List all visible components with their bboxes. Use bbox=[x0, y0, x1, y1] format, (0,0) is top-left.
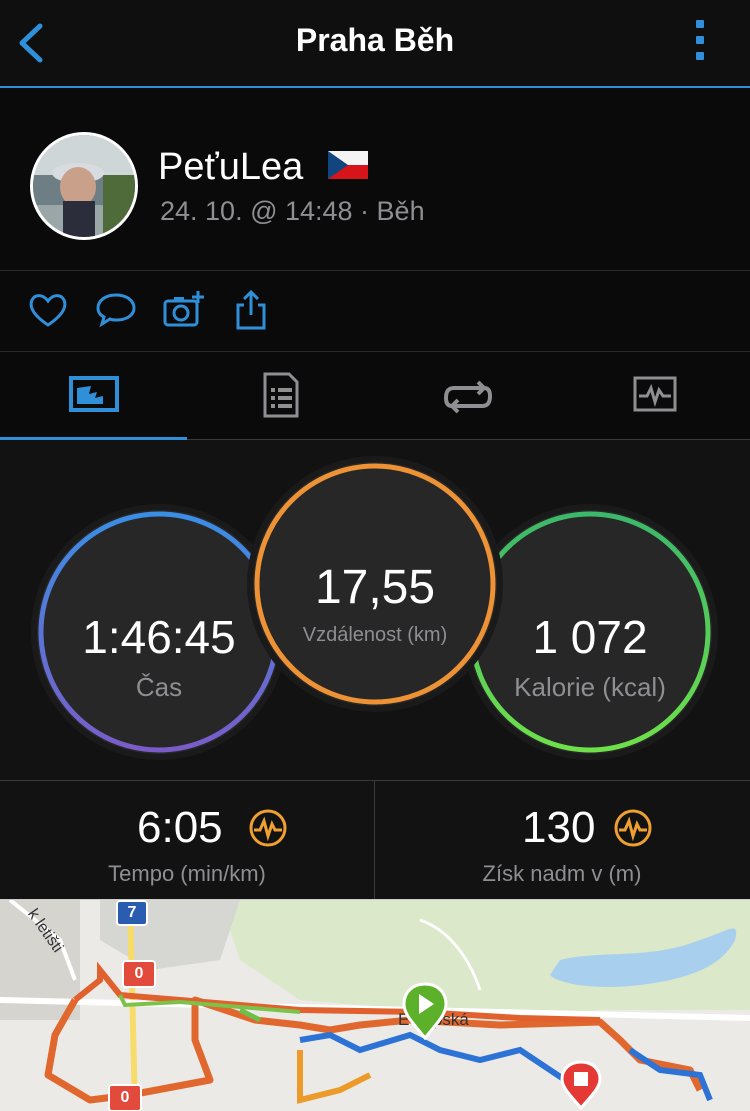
secondary-metrics: 6:05 Tempo (min/km) 130 Získ nadm v (m) bbox=[0, 780, 750, 899]
pace-chart-icon[interactable] bbox=[248, 808, 288, 848]
tab-laps[interactable] bbox=[374, 352, 561, 439]
avatar-photo bbox=[33, 135, 135, 237]
document-list-icon bbox=[263, 372, 298, 418]
like-heart-icon[interactable] bbox=[27, 289, 69, 331]
comment-icon[interactable] bbox=[95, 289, 137, 331]
tab-details[interactable] bbox=[187, 352, 374, 439]
activity-header: PeťuLea 24. 10. @ 14:48 · Běh bbox=[0, 88, 750, 271]
km-marker-badge: 0 bbox=[122, 960, 156, 988]
route-number-badge: 7 bbox=[116, 900, 148, 926]
start-marker-icon[interactable] bbox=[402, 982, 448, 1040]
avatar[interactable] bbox=[30, 132, 138, 240]
more-menu-icon[interactable] bbox=[690, 20, 710, 66]
time-ring: 1:46:45 Čas bbox=[37, 510, 281, 754]
pace-metric[interactable]: 6:05 Tempo (min/km) bbox=[0, 781, 374, 899]
elevation-label: Získ nadm v (m) bbox=[482, 861, 642, 886]
calories-ring: 1 072 Kalorie (kcal) bbox=[468, 510, 712, 754]
pace-label: Tempo (min/km) bbox=[108, 861, 266, 886]
action-bar bbox=[0, 271, 750, 352]
username-text: PeťuLea bbox=[158, 146, 304, 188]
add-photo-icon[interactable] bbox=[162, 289, 204, 331]
share-icon[interactable] bbox=[230, 289, 272, 331]
summary-stats: 1:46:45 Čas 1 072 Kalorie (kcal) 17,55 V… bbox=[0, 440, 750, 780]
activity-chart-icon bbox=[633, 376, 676, 412]
map-canvas bbox=[0, 900, 750, 1111]
czech-flag-icon bbox=[327, 150, 368, 179]
calories-value: 1 072 bbox=[532, 611, 648, 663]
route-map[interactable]: k letišti Evropská 7 0 0 bbox=[0, 899, 750, 1111]
pace-value: 6:05 bbox=[137, 803, 223, 852]
elevation-value: 130 bbox=[522, 803, 596, 852]
time-value: 1:46:45 bbox=[82, 611, 236, 663]
time-label: Čas bbox=[135, 672, 183, 702]
tab-overview[interactable] bbox=[0, 352, 187, 440]
elevation-chart-icon[interactable] bbox=[613, 808, 653, 848]
elevation-metric[interactable]: 130 Získ nadm v (m) bbox=[375, 781, 749, 899]
activity-meta: 24. 10. @ 14:48 · Běh bbox=[160, 196, 425, 226]
calories-label: Kalorie (kcal) bbox=[514, 672, 666, 702]
distance-label: Vzdálenost (km) bbox=[302, 624, 448, 646]
username: PeťuLea bbox=[158, 146, 368, 189]
km-marker-badge: 0 bbox=[108, 1084, 142, 1111]
tab-bar bbox=[0, 352, 750, 440]
distance-ring: 17,55 Vzdálenost (km) bbox=[253, 462, 497, 706]
tab-charts[interactable] bbox=[561, 352, 748, 439]
distance-value: 17,55 bbox=[314, 561, 436, 614]
top-bar: Praha Běh bbox=[0, 0, 750, 88]
page-title: Praha Běh bbox=[295, 22, 455, 58]
overview-stats-icon bbox=[68, 376, 119, 412]
laps-loop-icon bbox=[443, 380, 492, 414]
finish-marker-icon[interactable] bbox=[560, 1060, 602, 1110]
